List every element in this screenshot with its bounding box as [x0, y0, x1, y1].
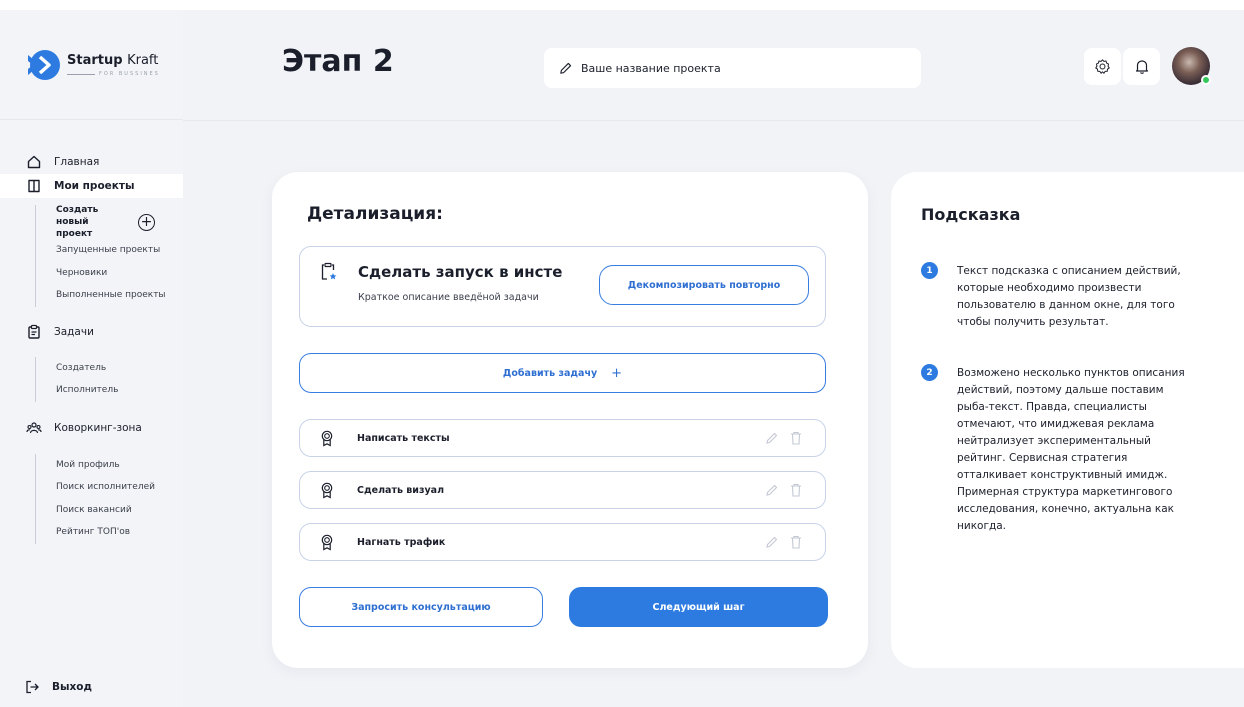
add-task-label: Добавить задачу — [502, 367, 598, 379]
sidebar-item-label: Главная — [54, 156, 100, 168]
coworking-submenu: Мой профиль Поиск исполнителей Поиск вак… — [35, 453, 183, 544]
logout-label: Выход — [52, 681, 92, 693]
decompose-again-button[interactable]: Декомпозировать повторно — [599, 265, 809, 305]
trash-icon[interactable] — [789, 430, 803, 446]
hint-title: Подсказка — [921, 205, 1021, 224]
edit-icon[interactable] — [765, 430, 779, 446]
sidebar-item-label: Коворкинг-зона — [54, 421, 142, 434]
online-status-dot — [1201, 75, 1211, 85]
logo[interactable]: Startup Kraft FOR BUSSINES — [0, 10, 183, 120]
sidebar-item-my-profile[interactable]: Мой профиль — [56, 454, 183, 477]
sidebar: Startup Kraft FOR BUSSINES Главная Мои п… — [0, 10, 183, 707]
trash-icon[interactable] — [789, 534, 803, 550]
task-label: Сделать визуал — [357, 484, 445, 496]
detail-card: Детализация: Сделать запуск в инсте Крат… — [272, 172, 868, 668]
award-icon — [321, 534, 333, 551]
settings-button[interactable] — [1084, 48, 1121, 85]
sidebar-item-drafts[interactable]: Черновики — [56, 262, 183, 285]
users-icon — [26, 421, 42, 433]
detail-title: Детализация: — [307, 204, 443, 224]
book-icon — [28, 179, 40, 193]
task-label: Написать тексты — [357, 432, 450, 444]
hint-item: 1 Текст подсказка с описанием действий, … — [921, 262, 1231, 331]
award-icon — [321, 482, 333, 499]
task-item[interactable]: Нагнать трафик — [299, 523, 826, 561]
sidebar-nav: Главная Мои проекты Создать новый проект… — [0, 150, 183, 544]
sidebar-item-launched-projects[interactable]: Запущенные проекты — [56, 239, 183, 262]
task-item[interactable]: Сделать визуал — [299, 471, 826, 509]
hint-text: Возможено несколько пунктов описания дей… — [957, 367, 1185, 532]
create-project-label: Создать новый проект — [56, 205, 99, 239]
edit-icon[interactable] — [765, 534, 779, 550]
bell-icon — [1135, 60, 1148, 74]
main-task-card: Сделать запуск в инсте Краткое описание … — [299, 246, 826, 327]
header-divider — [183, 120, 1244, 121]
sidebar-item-label: Мои проекты — [54, 180, 135, 192]
clipboard-icon — [28, 324, 40, 339]
page-title: Этап 2 — [282, 44, 394, 79]
main-task-title: Сделать запуск в инсте — [358, 263, 563, 281]
hint-item: 2 Возможено несколько пунктов описания д… — [921, 364, 1231, 535]
create-project-button[interactable]: Создать новый проект + — [56, 205, 183, 239]
pencil-icon — [560, 62, 572, 74]
request-consultation-button[interactable]: Запросить консультацию — [299, 587, 543, 627]
hint-number: 2 — [921, 364, 938, 381]
logout-icon — [26, 680, 39, 694]
tasks-submenu: Создатель Исполнитель — [35, 356, 183, 402]
edit-icon[interactable] — [765, 482, 779, 498]
sidebar-item-executor[interactable]: Исполнитель — [56, 379, 183, 402]
sidebar-item-tasks[interactable]: Задачи — [0, 320, 183, 344]
project-name-field[interactable] — [544, 48, 921, 88]
sidebar-item-my-projects[interactable]: Мои проекты — [0, 174, 183, 198]
hint-number: 1 — [921, 262, 938, 279]
sidebar-item-completed-projects[interactable]: Выполненные проекты — [56, 284, 183, 307]
logout-button[interactable]: Выход — [0, 676, 183, 698]
brand-tagline: FOR BUSSINES — [67, 70, 160, 77]
hint-panel: Подсказка 1 Текст подсказка с описанием … — [891, 172, 1244, 668]
logo-chevron-icon — [28, 49, 60, 80]
award-icon — [321, 430, 333, 447]
clipboard-star-icon — [321, 262, 337, 280]
task-item[interactable]: Написать тексты — [299, 419, 826, 457]
project-name-input[interactable] — [581, 61, 901, 75]
top-strip — [0, 0, 1244, 10]
gear-icon — [1095, 59, 1110, 74]
sidebar-item-coworking[interactable]: Коворкинг-зона — [0, 416, 183, 440]
sidebar-item-top-rating[interactable]: Рейтинг ТОП'ов — [56, 521, 183, 544]
trash-icon[interactable] — [789, 482, 803, 498]
sidebar-item-creator[interactable]: Создатель — [56, 357, 183, 380]
sidebar-item-home[interactable]: Главная — [0, 150, 183, 174]
projects-submenu: Создать новый проект + Запущенные проект… — [35, 205, 183, 307]
sidebar-item-label: Задачи — [54, 325, 94, 338]
brand-name: Startup Kraft — [67, 52, 159, 68]
sidebar-item-find-executors[interactable]: Поиск исполнителей — [56, 476, 183, 499]
main-task-description: Краткое описание введёной задачи — [358, 292, 539, 303]
home-icon — [27, 155, 41, 169]
plus-circle-icon: + — [138, 213, 155, 231]
hint-text: Текст подсказка с описанием действий, ко… — [957, 265, 1181, 328]
plus-icon: + — [611, 365, 623, 381]
task-label: Нагнать трафик — [357, 536, 446, 548]
notifications-button[interactable] — [1123, 48, 1160, 85]
sidebar-item-find-vacancies[interactable]: Поиск вакансий — [56, 499, 183, 522]
next-step-button[interactable]: Следующий шаг — [569, 587, 828, 627]
add-task-button[interactable]: Добавить задачу + — [299, 353, 826, 393]
